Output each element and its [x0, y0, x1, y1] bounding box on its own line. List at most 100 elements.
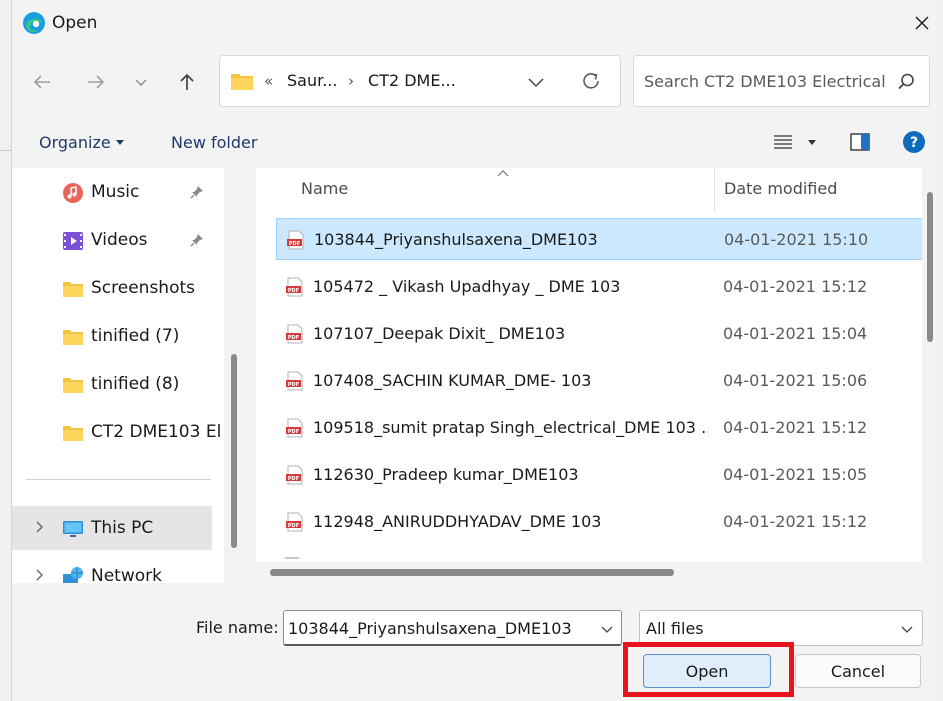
close-button[interactable]	[908, 9, 936, 37]
navigation-pane: Music Videos Screenshots tinified (7) ti…	[12, 168, 244, 583]
nav-item-this-pc[interactable]: This PC	[12, 506, 212, 550]
open-file-dialog: Open « Saur... › CT2 DME... Search CT2 D…	[12, 0, 937, 701]
nav-item-label: Videos	[91, 230, 148, 250]
highlight-annotation	[623, 642, 794, 697]
pdf-file-icon: PDF	[286, 324, 303, 344]
nav-divider	[26, 479, 211, 480]
pane-splitter[interactable]	[244, 168, 256, 583]
nav-item-label: Music	[91, 182, 140, 202]
column-header-date-modified[interactable]: Date modified	[724, 178, 837, 200]
file-list-vertical-scrollbar[interactable]	[922, 168, 937, 583]
file-row[interactable]: PDF 112948_ANIRUDDHYADAV_DME 103 04-01-2…	[276, 501, 922, 543]
pdf-file-icon: PDF	[286, 277, 303, 297]
search-input[interactable]: Search CT2 DME103 Electrical	[644, 71, 886, 93]
up-button[interactable]	[172, 66, 202, 98]
file-name-input[interactable]: 103844_Priyanshulsaxena_DME103	[283, 610, 622, 646]
background-window-line	[0, 150, 12, 151]
title-bar: Open	[12, 0, 937, 46]
sort-ascending-icon	[497, 170, 509, 177]
new-folder-button[interactable]: New folder	[171, 132, 257, 154]
chevron-down-icon[interactable]	[900, 622, 914, 636]
edge-browser-icon	[23, 12, 45, 34]
file-name: 112630_Pradeep kumar_DME103	[313, 465, 579, 484]
view-options-caret-icon[interactable]	[808, 140, 816, 145]
file-row[interactable]: PDF 107408_SACHIN KUMAR_DME- 103 04-01-2…	[276, 360, 922, 402]
column-header-name[interactable]: Name	[301, 178, 348, 200]
scrollbar-thumb[interactable]	[231, 354, 237, 548]
pin-icon[interactable]	[190, 185, 204, 199]
folder-icon	[63, 282, 83, 297]
close-icon	[915, 16, 929, 30]
nav-item-music[interactable]: Music	[12, 170, 212, 214]
nav-item-tinified-7[interactable]: tinified (7)	[12, 314, 212, 358]
svg-text:?: ?	[910, 135, 918, 151]
svg-text:PDF: PDF	[288, 429, 299, 435]
nav-item-label: tinified (8)	[91, 374, 180, 394]
svg-text:PDF: PDF	[288, 335, 299, 341]
cancel-button[interactable]: Cancel	[795, 654, 921, 688]
file-row[interactable]: PDF 107107_Deepak Dixit_ DME103 04-01-20…	[276, 313, 922, 355]
pdf-file-icon: PDF	[286, 512, 303, 532]
nav-item-screenshots[interactable]: Screenshots	[12, 266, 212, 310]
nav-item-videos[interactable]: Videos	[12, 218, 212, 262]
file-name: 109518_sumit pratap Singh_electrical_DME…	[313, 418, 708, 437]
chevron-down-icon[interactable]	[600, 622, 614, 636]
file-row[interactable]: PDF 109518_sumit pratap Singh_electrical…	[276, 407, 922, 449]
network-icon	[63, 567, 83, 583]
file-date: 04-01-2021 15:06	[723, 371, 868, 390]
chevron-down-icon	[135, 79, 147, 86]
search-box[interactable]: Search CT2 DME103 Electrical	[633, 55, 930, 107]
back-button[interactable]	[27, 66, 57, 98]
file-name: 107107_Deepak Dixit_ DME103	[313, 324, 566, 343]
file-date: 04-01-2021 15:10	[724, 230, 869, 249]
breadcrumb-separator[interactable]: ›	[348, 70, 354, 92]
file-date: 04-01-2021 15:12	[723, 277, 868, 296]
address-bar[interactable]: « Saur... › CT2 DME...	[219, 55, 621, 107]
nav-item-label: Network	[91, 566, 162, 583]
file-type-filter[interactable]: All files	[639, 610, 923, 646]
scrollbar-thumb[interactable]	[270, 569, 674, 576]
background-window-edge	[0, 0, 12, 701]
breadcrumb-item[interactable]: CT2 DME...	[368, 70, 456, 92]
file-name-label: File name:	[196, 618, 279, 637]
recent-locations-button[interactable]	[126, 66, 156, 98]
help-icon[interactable]: ?	[902, 130, 926, 154]
nav-item-label: This PC	[91, 518, 154, 538]
nav-item-ct2-dme103[interactable]: CT2 DME103 El	[12, 410, 221, 454]
svg-text:PDF: PDF	[288, 288, 299, 294]
music-icon	[63, 183, 83, 203]
scrollbar-thumb[interactable]	[927, 192, 933, 342]
nav-item-label: tinified (7)	[91, 326, 180, 346]
nav-item-tinified-8[interactable]: tinified (8)	[12, 362, 212, 406]
file-row[interactable]: PDF 103844_Priyanshulsaxena_DME103 04-01…	[276, 218, 922, 260]
file-name-value[interactable]: 103844_Priyanshulsaxena_DME103	[288, 618, 572, 640]
file-row[interactable]: PDF 105472 _ Vikash Upadhyay _ DME 103 0…	[276, 266, 922, 308]
chevron-right-icon[interactable]	[32, 568, 46, 582]
pdf-file-icon: PDF	[287, 230, 304, 250]
nav-item-label: Screenshots	[91, 278, 196, 298]
arrow-left-icon	[33, 75, 50, 89]
nav-pane-scrollbar[interactable]	[224, 168, 244, 583]
breadcrumb-item[interactable]: Saur...	[287, 70, 337, 92]
column-divider[interactable]	[714, 168, 715, 212]
pdf-file-icon: PDF	[286, 418, 303, 438]
forward-button[interactable]	[81, 66, 111, 98]
chevron-right-icon[interactable]	[32, 520, 46, 534]
breadcrumb-overflow[interactable]: «	[264, 70, 273, 92]
chevron-down-icon[interactable]	[526, 72, 546, 92]
file-date: 04-01-2021 15:12	[723, 512, 868, 531]
dialog-title: Open	[52, 13, 98, 33]
file-name: 107408_SACHIN KUMAR_DME- 103	[313, 371, 592, 390]
refresh-icon[interactable]	[580, 70, 602, 92]
file-date: 04-01-2021 15:05	[723, 465, 868, 484]
folder-icon	[63, 378, 83, 393]
pin-icon[interactable]	[190, 233, 204, 247]
file-type-value[interactable]: All files	[646, 618, 704, 640]
file-row[interactable]: PDF 112630_Pradeep kumar_DME103 04-01-20…	[276, 454, 922, 496]
svg-text:PDF: PDF	[288, 476, 299, 482]
organize-menu-button[interactable]: Organize	[39, 132, 111, 154]
nav-item-network[interactable]: Network	[12, 554, 212, 583]
preview-pane-icon[interactable]	[850, 133, 870, 151]
list-view-icon[interactable]	[772, 132, 794, 152]
file-list-horizontal-scrollbar[interactable]	[256, 562, 922, 583]
